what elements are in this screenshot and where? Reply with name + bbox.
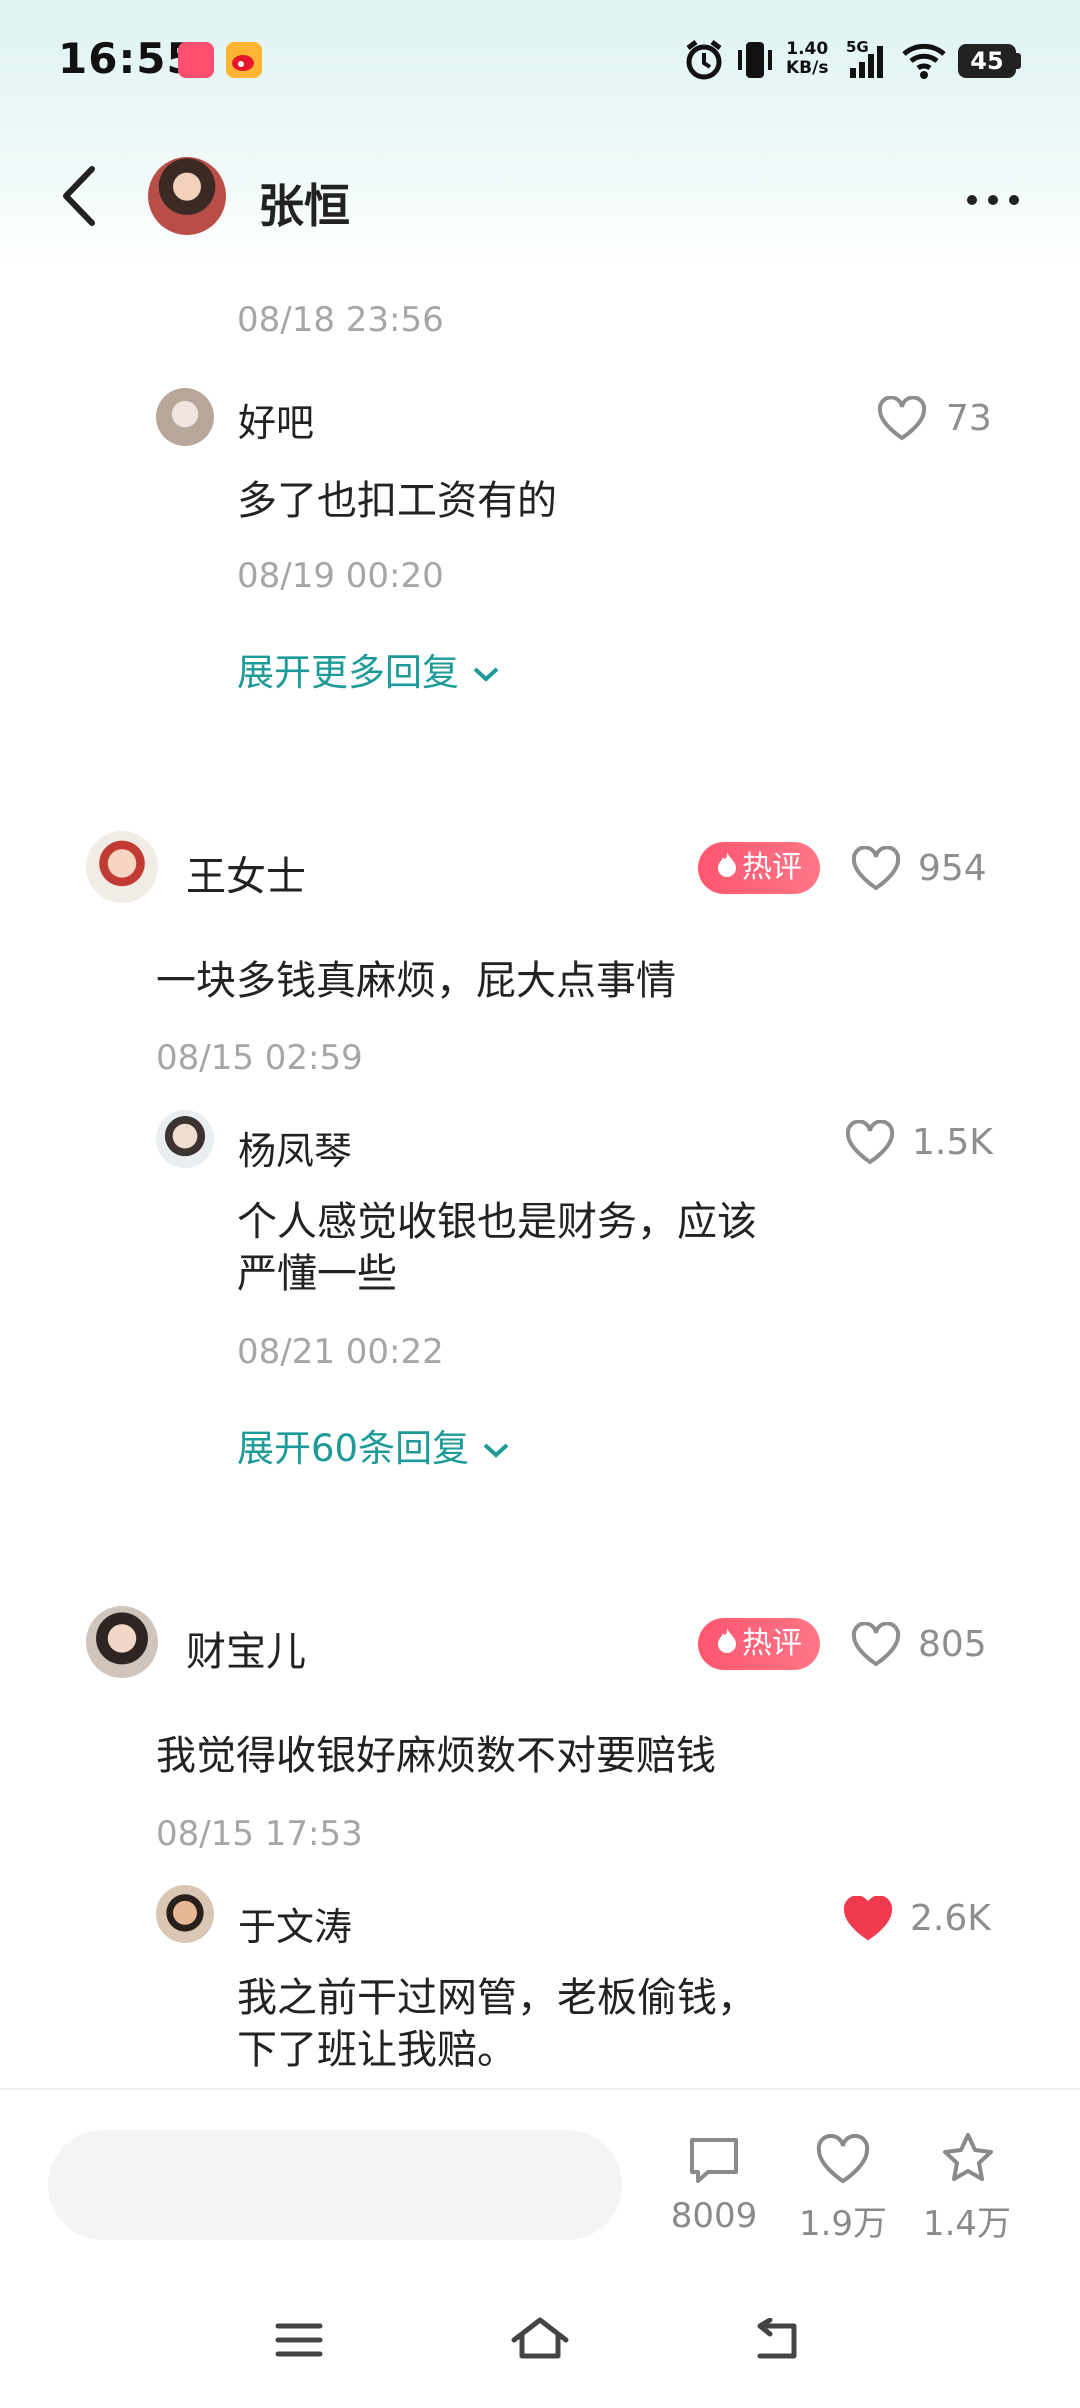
like-icon[interactable] xyxy=(814,2133,872,2190)
author-name[interactable]: 张恒 xyxy=(258,170,350,236)
chevron-down-icon xyxy=(471,651,501,694)
reply-text: 我之前干过网管，老板偷钱， 下了班让我赔。 xyxy=(237,1975,757,2073)
cellular-signal-icon: 5G xyxy=(846,38,888,86)
status-time: 16:55 xyxy=(58,34,197,83)
weibo-notification-icon xyxy=(226,42,262,78)
comment-avatar[interactable] xyxy=(86,831,158,903)
reply-text: 个人感觉收银也是财务，应该 严懂一些 xyxy=(237,1199,757,1297)
reply-timestamp: 08/19 00:20 xyxy=(237,556,444,596)
expand-label: 展开更多回复 xyxy=(237,651,459,694)
comment-avatar[interactable] xyxy=(86,1606,158,1678)
like-count: 1.5K xyxy=(912,1122,993,1163)
reply-username[interactable]: 好吧 xyxy=(238,392,314,447)
heart-outline-icon[interactable] xyxy=(844,1119,896,1170)
reply-timestamp: 08/21 00:22 xyxy=(237,1332,444,1372)
bottom-divider xyxy=(0,2088,1080,2090)
like-count: 805 xyxy=(918,1624,987,1665)
reply-avatar[interactable] xyxy=(156,1110,214,1168)
hot-comment-badge: 热评 xyxy=(698,1618,820,1670)
comment-count: 8009 xyxy=(670,2196,758,2236)
expand-label: 展开60条回复 xyxy=(237,1427,470,1470)
like-total: 1.9万 xyxy=(798,2204,888,2244)
wifi-icon xyxy=(900,38,948,86)
author-avatar[interactable] xyxy=(148,157,226,235)
reply-text: 多了也扣工资有的 xyxy=(237,478,557,524)
heart-outline-icon[interactable] xyxy=(850,845,902,896)
heart-filled-icon[interactable] xyxy=(842,1895,894,1946)
like-count: 73 xyxy=(946,398,992,439)
reply-avatar[interactable] xyxy=(156,388,214,446)
comment-username[interactable]: 财宝儿 xyxy=(186,1619,306,1677)
comment-input[interactable] xyxy=(48,2130,622,2240)
star-icon[interactable] xyxy=(939,2130,997,2190)
alarm-icon xyxy=(684,38,724,86)
comment-text: 一块多钱真麻烦，屁大点事情 xyxy=(156,958,676,1004)
comment-username[interactable]: 王女士 xyxy=(186,844,306,902)
comment-text: 我觉得收银好麻烦数不对要赔钱 xyxy=(156,1733,716,1779)
home-icon[interactable] xyxy=(508,2314,572,2366)
back-arrow-icon[interactable] xyxy=(60,165,100,231)
flame-icon xyxy=(716,843,738,895)
network-speed: 1.40 KB/s xyxy=(786,39,829,78)
battery-cap xyxy=(1016,53,1021,69)
expand-more-replies-button[interactable]: 展开更多回复 xyxy=(237,642,501,696)
flame-icon xyxy=(716,1619,738,1671)
app-notification-icon xyxy=(178,42,214,78)
comment-timestamp: 08/15 02:59 xyxy=(156,1038,363,1078)
hot-comment-badge: 热评 xyxy=(698,842,820,894)
favorite-count: 1.4万 xyxy=(922,2204,1012,2244)
like-count: 2.6K xyxy=(910,1898,991,1939)
reply-username[interactable]: 杨凤琴 xyxy=(238,1120,352,1175)
heart-outline-icon[interactable] xyxy=(876,395,928,446)
battery-indicator: 45 xyxy=(958,44,1016,78)
vibrate-icon xyxy=(734,38,776,86)
expand-replies-button[interactable]: 展开60条回复 xyxy=(237,1418,511,1472)
like-count: 954 xyxy=(918,848,987,889)
more-options-icon[interactable] xyxy=(965,192,1021,211)
reply-timestamp: 08/18 23:56 xyxy=(237,300,444,340)
back-icon[interactable] xyxy=(752,2317,806,2366)
reply-username[interactable]: 于文涛 xyxy=(238,1896,352,1951)
reply-avatar[interactable] xyxy=(156,1885,214,1943)
menu-icon[interactable] xyxy=(274,2318,324,2366)
heart-outline-icon[interactable] xyxy=(850,1621,902,1672)
comment-icon[interactable] xyxy=(686,2134,742,2190)
comment-timestamp: 08/15 17:53 xyxy=(156,1814,363,1854)
chevron-down-icon xyxy=(481,1427,511,1470)
